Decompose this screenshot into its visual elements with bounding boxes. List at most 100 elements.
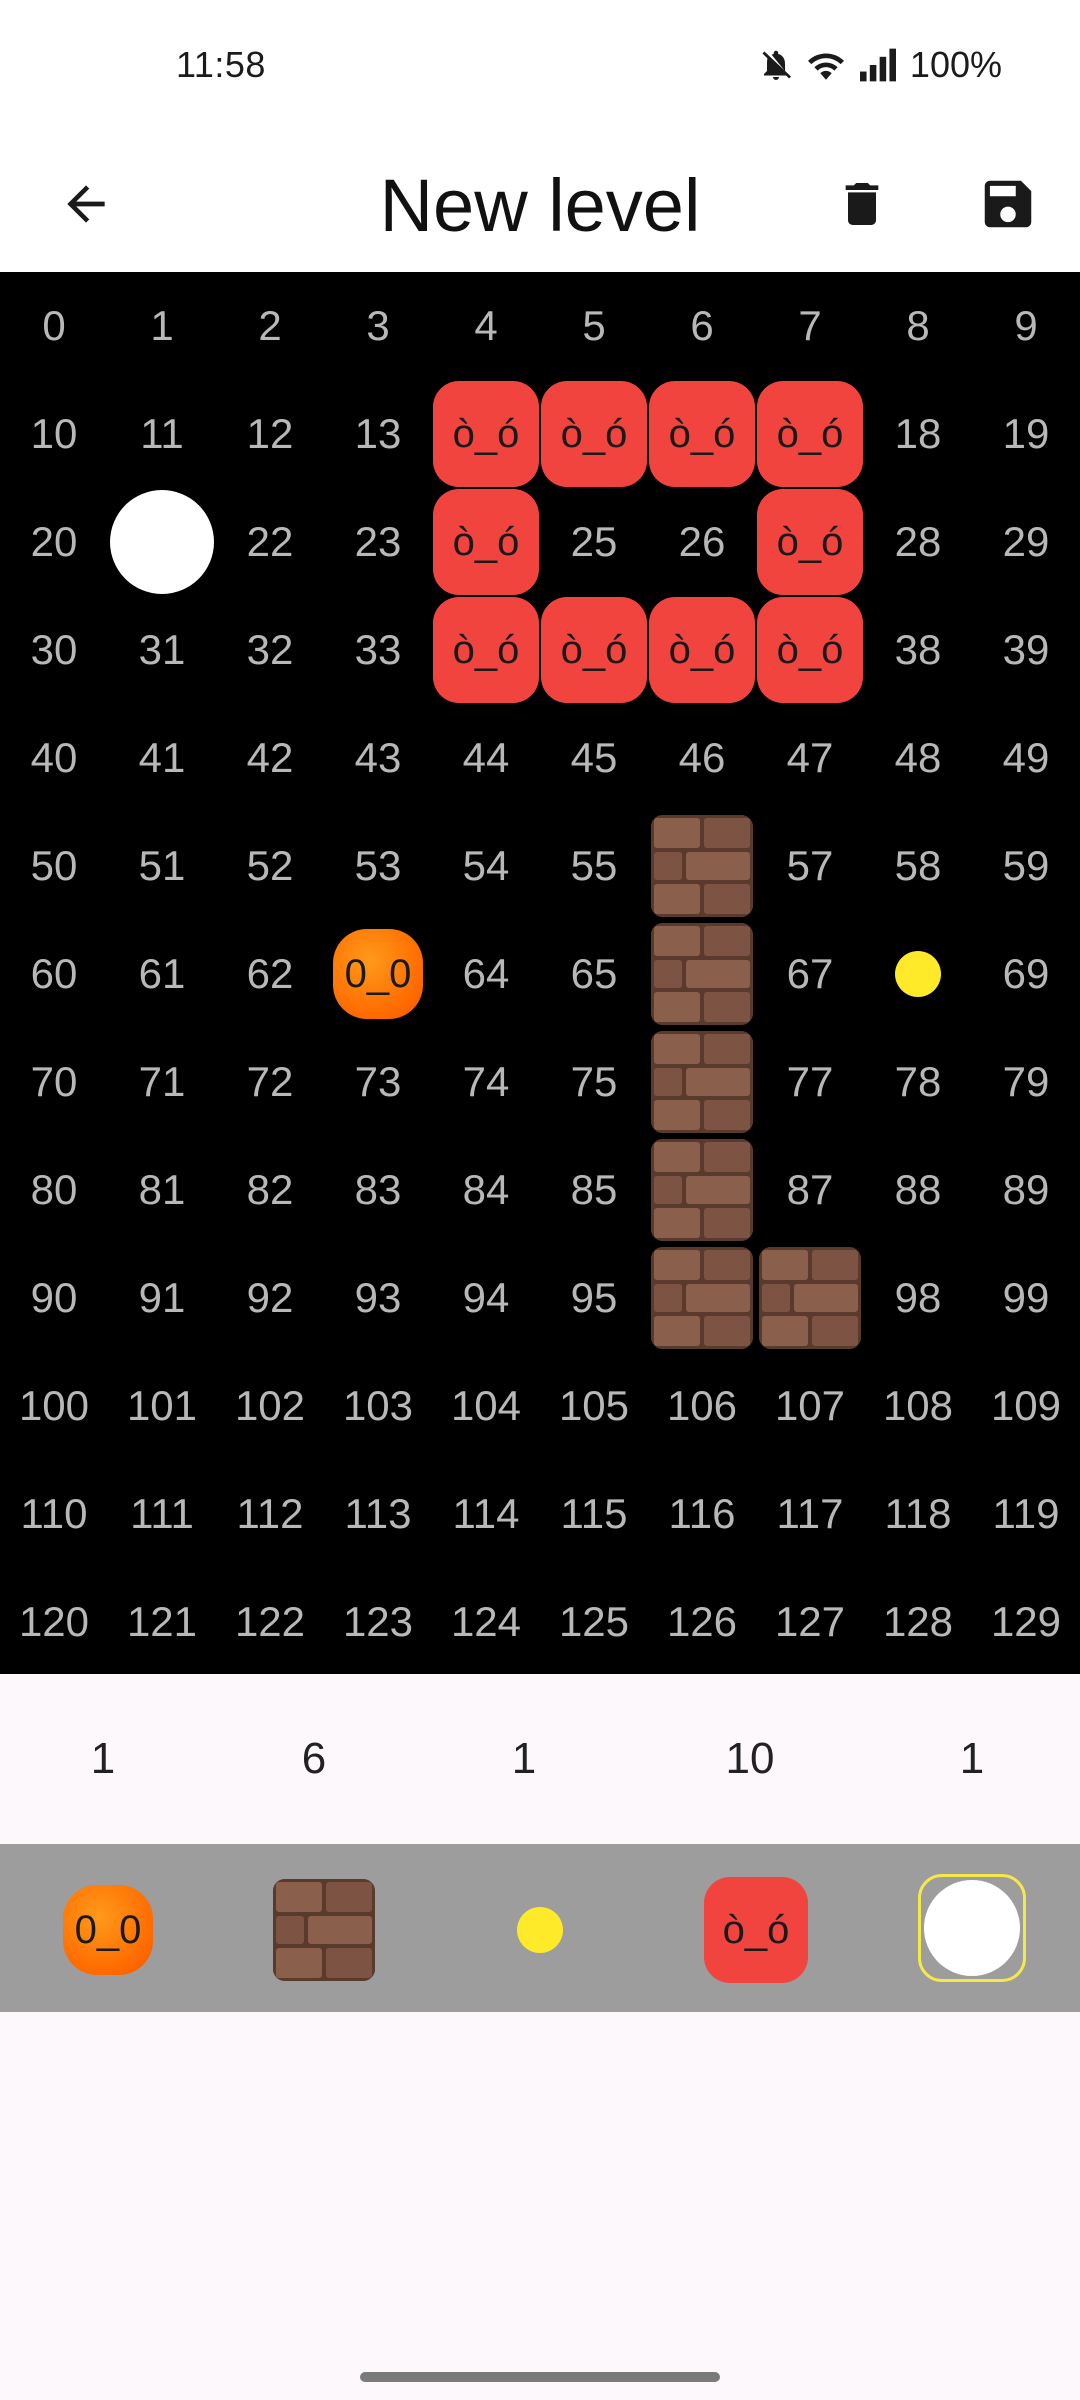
grid-cell[interactable]: 0 — [0, 272, 108, 380]
grid-cell[interactable]: ò_ó — [756, 488, 864, 596]
grid-cell[interactable]: 101 — [108, 1352, 216, 1460]
grid-cell[interactable]: ò_ó — [756, 380, 864, 488]
grid-cell[interactable]: 9 — [972, 272, 1080, 380]
grid-cell[interactable]: 93 — [324, 1244, 432, 1352]
grid-cell[interactable]: 92 — [216, 1244, 324, 1352]
grid-cell[interactable]: 109 — [972, 1352, 1080, 1460]
grid-cell[interactable]: 111 — [108, 1460, 216, 1568]
palette-brick[interactable] — [272, 1878, 376, 1982]
grid-cell[interactable]: ò_ó — [756, 596, 864, 704]
grid-cell[interactable]: 7 — [756, 272, 864, 380]
grid-cell[interactable]: 13 — [324, 380, 432, 488]
grid-cell[interactable]: 82 — [216, 1136, 324, 1244]
grid-cell[interactable]: ò_ó — [540, 596, 648, 704]
grid-cell[interactable]: 22 — [216, 488, 324, 596]
grid-cell[interactable]: 49 — [972, 704, 1080, 812]
grid-cell[interactable]: 0_0 — [324, 920, 432, 1028]
grid-cell[interactable]: 116 — [648, 1460, 756, 1568]
grid-cell[interactable]: 112 — [216, 1460, 324, 1568]
grid-cell[interactable]: 129 — [972, 1568, 1080, 1676]
grid-cell[interactable]: 6 — [648, 272, 756, 380]
grid-cell[interactable]: 128 — [864, 1568, 972, 1676]
grid-cell[interactable]: 57 — [756, 812, 864, 920]
grid-cell[interactable] — [648, 1028, 756, 1136]
grid-cell[interactable]: 5 — [540, 272, 648, 380]
grid-cell[interactable]: 91 — [108, 1244, 216, 1352]
grid-cell[interactable]: 8 — [864, 272, 972, 380]
grid-cell[interactable]: 10 — [0, 380, 108, 488]
grid-cell[interactable]: 62 — [216, 920, 324, 1028]
grid-cell[interactable]: 52 — [216, 812, 324, 920]
grid-cell[interactable]: 44 — [432, 704, 540, 812]
grid-cell[interactable] — [648, 812, 756, 920]
grid-cell[interactable]: 114 — [432, 1460, 540, 1568]
grid-cell[interactable]: 107 — [756, 1352, 864, 1460]
grid-cell[interactable]: 53 — [324, 812, 432, 920]
grid-cell[interactable]: 29 — [972, 488, 1080, 596]
grid-cell[interactable]: 70 — [0, 1028, 108, 1136]
grid-cell[interactable]: ò_ó — [432, 596, 540, 704]
grid-cell[interactable]: 87 — [756, 1136, 864, 1244]
grid-cell[interactable]: 30 — [0, 596, 108, 704]
grid-cell[interactable]: 11 — [108, 380, 216, 488]
grid-cell[interactable]: 23 — [324, 488, 432, 596]
grid-cell[interactable]: 38 — [864, 596, 972, 704]
grid-cell[interactable]: 127 — [756, 1568, 864, 1676]
grid-cell[interactable] — [648, 920, 756, 1028]
grid-cell[interactable]: 64 — [432, 920, 540, 1028]
grid-cell[interactable] — [756, 1244, 864, 1352]
grid-cell[interactable]: ò_ó — [648, 380, 756, 488]
grid-cell[interactable]: 28 — [864, 488, 972, 596]
grid-cell[interactable]: 40 — [0, 704, 108, 812]
grid-cell[interactable]: 89 — [972, 1136, 1080, 1244]
palette-coin[interactable] — [488, 1878, 592, 1982]
grid-cell[interactable]: 51 — [108, 812, 216, 920]
grid-cell[interactable]: 47 — [756, 704, 864, 812]
grid-cell[interactable]: 67 — [756, 920, 864, 1028]
grid-cell[interactable]: 90 — [0, 1244, 108, 1352]
grid-cell[interactable]: 122 — [216, 1568, 324, 1676]
grid-cell[interactable]: 32 — [216, 596, 324, 704]
grid-cell[interactable]: 3 — [324, 272, 432, 380]
grid-cell[interactable]: 83 — [324, 1136, 432, 1244]
grid-cell[interactable] — [864, 920, 972, 1028]
grid-cell[interactable]: 103 — [324, 1352, 432, 1460]
grid-cell[interactable]: 78 — [864, 1028, 972, 1136]
grid-cell[interactable]: 74 — [432, 1028, 540, 1136]
grid-cell[interactable]: 95 — [540, 1244, 648, 1352]
grid-cell[interactable]: 124 — [432, 1568, 540, 1676]
palette-white[interactable] — [918, 1874, 1026, 1982]
grid-cell[interactable] — [648, 1136, 756, 1244]
grid-cell[interactable]: 80 — [0, 1136, 108, 1244]
grid-cell[interactable]: 71 — [108, 1028, 216, 1136]
grid-cell[interactable]: 113 — [324, 1460, 432, 1568]
grid-cell[interactable]: 59 — [972, 812, 1080, 920]
grid-cell[interactable]: 39 — [972, 596, 1080, 704]
grid-cell[interactable]: 33 — [324, 596, 432, 704]
grid-cell[interactable]: 46 — [648, 704, 756, 812]
grid-cell[interactable]: 123 — [324, 1568, 432, 1676]
gesture-nav-handle[interactable] — [360, 2372, 720, 2382]
grid-cell[interactable]: ò_ó — [648, 596, 756, 704]
grid-cell[interactable]: 118 — [864, 1460, 972, 1568]
grid-cell[interactable]: 115 — [540, 1460, 648, 1568]
back-button[interactable] — [42, 162, 130, 250]
grid-cell[interactable]: 4 — [432, 272, 540, 380]
grid-cell[interactable]: 100 — [0, 1352, 108, 1460]
palette-enemy[interactable]: ò_ó — [704, 1877, 808, 1983]
grid-cell[interactable]: 72 — [216, 1028, 324, 1136]
grid-cell[interactable]: 121 — [108, 1568, 216, 1676]
grid-cell[interactable]: 20 — [0, 488, 108, 596]
grid-cell[interactable]: 31 — [108, 596, 216, 704]
grid-cell[interactable] — [648, 1244, 756, 1352]
grid-cell[interactable]: 43 — [324, 704, 432, 812]
palette-player[interactable]: 0_0 — [56, 1878, 160, 1982]
grid-cell[interactable]: 2 — [216, 272, 324, 380]
grid-cell[interactable]: 98 — [864, 1244, 972, 1352]
grid-cell[interactable]: 69 — [972, 920, 1080, 1028]
grid-cell[interactable]: 12 — [216, 380, 324, 488]
grid-cell[interactable]: 73 — [324, 1028, 432, 1136]
grid-cell[interactable]: 77 — [756, 1028, 864, 1136]
grid-cell[interactable]: 48 — [864, 704, 972, 812]
save-button[interactable] — [964, 162, 1052, 250]
